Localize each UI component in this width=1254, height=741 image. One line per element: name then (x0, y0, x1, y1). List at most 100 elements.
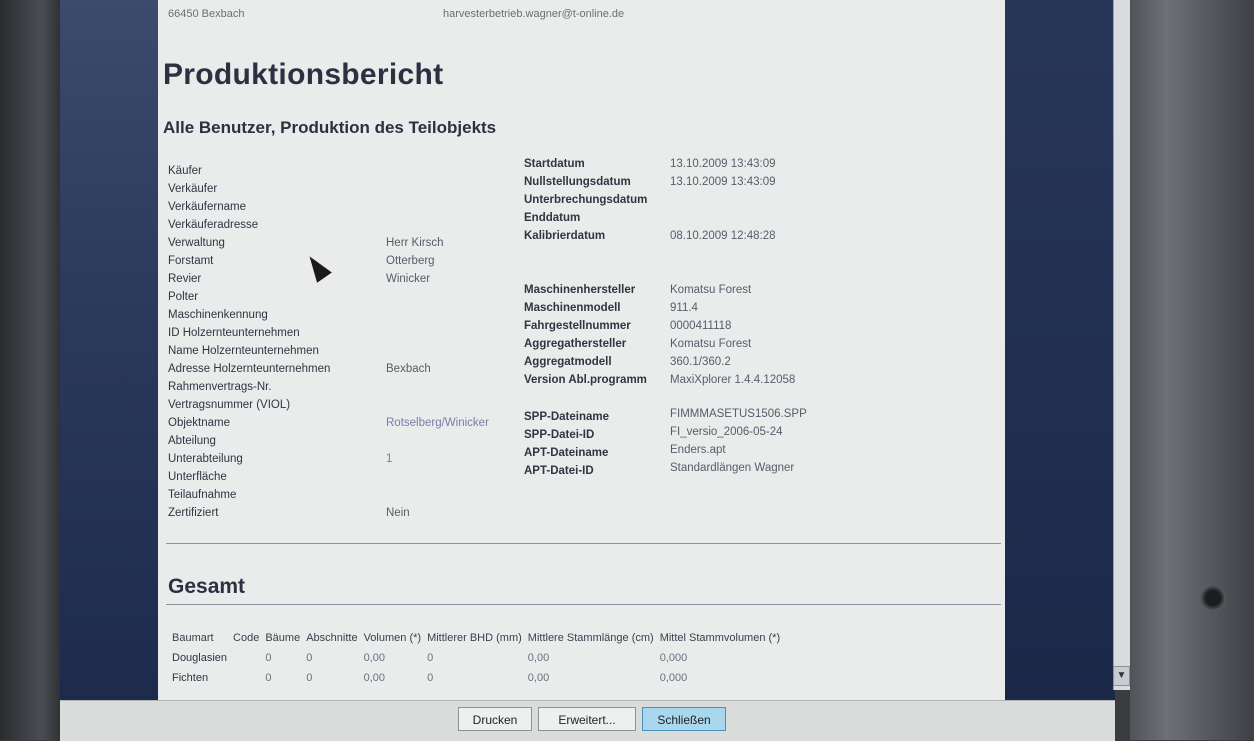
field-value (386, 324, 489, 342)
table-cell: 0,000 (659, 652, 688, 664)
field-label: Zertifiziert (168, 507, 219, 519)
desktop-background-right (1005, 0, 1115, 712)
table-cell: 0,00 (527, 652, 550, 664)
date-label: Kalibrierdatum (524, 230, 606, 242)
table-cell (233, 648, 265, 668)
file-value: FI_versio_2006-05-24 (670, 426, 783, 438)
machine-value: Komatsu Forest (670, 284, 752, 296)
file-value: Enders.apt (670, 444, 726, 456)
machine-label: Maschinenhersteller (524, 284, 636, 296)
table-cell: 0,00 (363, 652, 385, 664)
field-label: Unterfläche (168, 471, 227, 483)
date-value: 13.10.2009 13:43:09 (670, 158, 776, 170)
field-value (386, 342, 489, 360)
table-cell: Fichten (172, 672, 209, 684)
field-label: Maschinenkennung (168, 309, 268, 321)
file-label: SPP-Dateiname (524, 411, 610, 423)
field-label: Rahmenvertrags-Nr. (168, 381, 272, 393)
section-heading: Gesamt (168, 575, 246, 598)
dialog-button-bar: Drucken Erweitert... Schließen (60, 700, 1115, 741)
field-value (386, 216, 489, 234)
file-value: FIMMMASETUS1506.SPP (670, 408, 807, 420)
field-label: Vertragsnummer (VIOL) (168, 399, 291, 411)
field-label: ID Holzernteunternehmen (168, 327, 300, 339)
date-label: Nullstellungsdatum (524, 176, 631, 188)
field-value: Otterberg (386, 255, 435, 267)
field-value: Nein (386, 507, 410, 519)
field-value (386, 162, 489, 180)
field-value (386, 432, 489, 450)
field-value (386, 306, 489, 324)
field-label: Unterabteilung (168, 453, 243, 465)
file-label: SPP-Datei-ID (524, 429, 595, 441)
file-label: APT-Dateiname (524, 447, 609, 459)
table-cell: 0 (306, 672, 313, 684)
machine-value: MaxiXplorer 1.4.4.12058 (670, 374, 796, 386)
section-divider (166, 543, 1001, 544)
date-label: Unterbrechungsdatum (524, 194, 648, 206)
column-header: Bäume (265, 632, 301, 644)
table-cell: 0 (306, 652, 313, 664)
date-label: Startdatum (524, 158, 585, 170)
machine-values: Komatsu Forest 911.4 0000411118 Komatsu … (670, 281, 795, 389)
field-label: Abteilung (168, 435, 216, 447)
field-label: Polter (168, 291, 199, 303)
file-values: FIMMMASETUS1506.SPP FI_versio_2006-05-24… (670, 405, 807, 477)
machine-label: Aggregathersteller (524, 338, 627, 350)
machine-label: Maschinenmodell (524, 302, 621, 314)
table-cell: 0 (427, 652, 434, 664)
field-value (386, 486, 489, 504)
vertical-scrollbar[interactable] (1113, 0, 1131, 690)
column-header: Baumart (172, 632, 214, 644)
field-value (386, 288, 489, 306)
report-document: 66450 Bexbach harvesterbetrieb.wagner@t-… (158, 0, 1005, 700)
field-label: Verkäufer (168, 183, 218, 195)
date-values: 13.10.2009 13:43:09 13.10.2009 13:43:09 … (670, 155, 776, 245)
table-cell: 0 (265, 672, 272, 684)
date-value (670, 209, 776, 227)
file-value: Standardlängen Wagner (670, 462, 795, 474)
table-cell: 0,000 (659, 672, 688, 684)
monitor-bezel-left (0, 0, 60, 740)
file-labels: SPP-Dateiname SPP-Datei-ID APT-Dateiname… (524, 408, 609, 480)
machine-value: 911.4 (670, 302, 698, 314)
field-value (386, 468, 489, 486)
machine-value: 0000411118 (670, 320, 732, 332)
date-label: Enddatum (524, 212, 581, 224)
table-header-row: Baumart Code Bäume Abschnitte Volumen (*… (172, 628, 786, 648)
table-cell: 0 (427, 672, 434, 684)
page-title: Produktionsbericht (163, 58, 444, 91)
close-button[interactable]: Schließen (642, 707, 726, 731)
field-value: Rotselberg/Winicker (386, 417, 489, 429)
advanced-button[interactable]: Erweitert... (538, 707, 636, 731)
field-value (386, 378, 489, 396)
column-header: Code (233, 632, 260, 644)
table-cell: 0,00 (363, 672, 385, 684)
company-address: 66450 Bexbach (168, 8, 245, 20)
table-cell (233, 668, 265, 688)
table-cell: 0 (265, 652, 272, 664)
table-cell: 0,00 (527, 672, 550, 684)
summary-table: Baumart Code Bäume Abschnitte Volumen (*… (172, 628, 786, 688)
monitor-knob-icon (1200, 585, 1226, 611)
left-field-labels: Käufer Verkäufer Verkäufername Verkäufer… (168, 162, 330, 522)
field-value: Herr Kirsch (386, 237, 444, 249)
company-email: harvesterbetrieb.wagner@t-online.de (443, 8, 625, 20)
field-label: Objektname (168, 417, 231, 429)
left-field-values: Herr Kirsch Otterberg Winicker Bexbach R… (386, 162, 489, 522)
section-divider (166, 604, 1001, 605)
field-label: Revier (168, 273, 202, 285)
table-row: Douglasien 0 0 0,00 0 0,00 0,000 (172, 648, 786, 668)
field-label: Name Holzernteunternehmen (168, 345, 319, 357)
column-header: Abschnitte (306, 632, 358, 644)
scroll-down-arrow-icon[interactable]: ▼ (1113, 666, 1130, 686)
print-button[interactable]: Drucken (458, 707, 532, 731)
table-cell: Douglasien (172, 652, 228, 664)
field-label: Adresse Holzernteunternehmen (168, 363, 331, 375)
machine-label: Fahrgestellnummer (524, 320, 631, 332)
machine-value: 360.1/360.2 (670, 356, 731, 368)
field-value (386, 198, 489, 216)
date-value: 13.10.2009 13:43:09 (670, 176, 776, 188)
column-header: Mittel Stammvolumen (*) (659, 632, 781, 644)
field-label: Verkäuferadresse (168, 219, 259, 231)
